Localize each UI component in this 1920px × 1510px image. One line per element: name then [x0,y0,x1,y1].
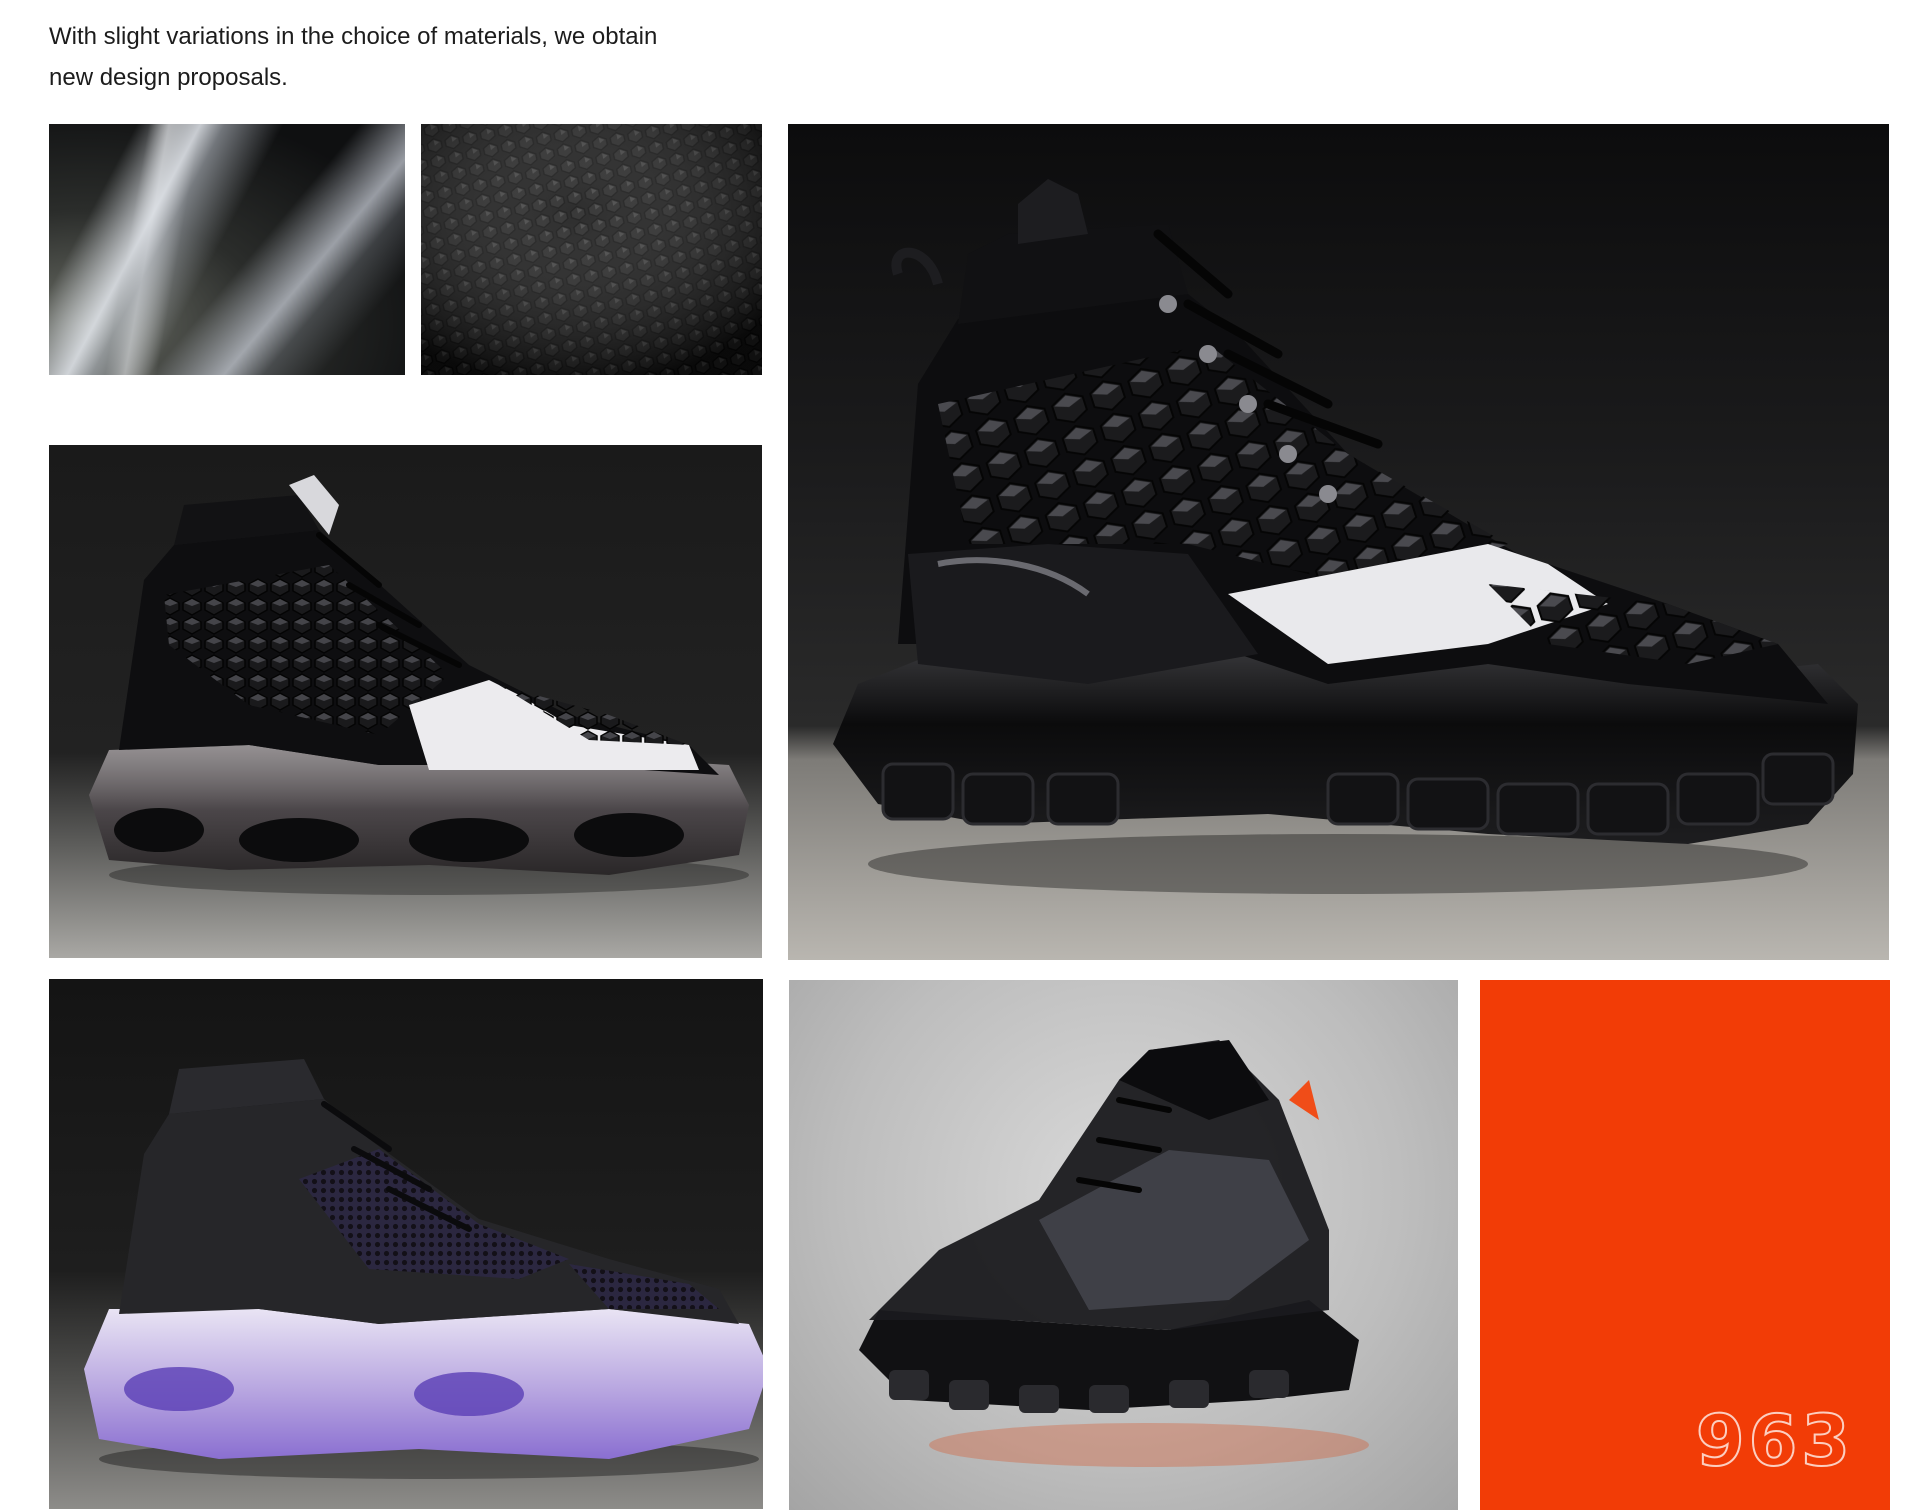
intro-line-2: new design proposals. [49,64,288,91]
purple-sole-shoe-photo [49,979,763,1509]
intro-line-1: With slight variations in the choice of … [49,23,658,50]
hexagon-material-swatch [421,124,762,375]
brand-panel: 963 [1480,980,1890,1510]
hexagon-texture-graphic [421,124,762,375]
intro-text: With slight variations in the choice of … [49,16,749,98]
black-white-shoe-photo [49,445,762,958]
glossy-material-swatch [49,124,405,375]
patent-hexagon-boot-illustration [833,179,1858,894]
black-white-sneaker-illustration [89,475,749,895]
translucent-trail-boot-illustration [859,1040,1369,1467]
purple-sole-sneaker-illustration [84,1059,763,1479]
hero-shoe-photo [788,124,1889,960]
translucent-shoe-photo [789,980,1458,1510]
brand-logo: 963 [1695,1399,1854,1483]
